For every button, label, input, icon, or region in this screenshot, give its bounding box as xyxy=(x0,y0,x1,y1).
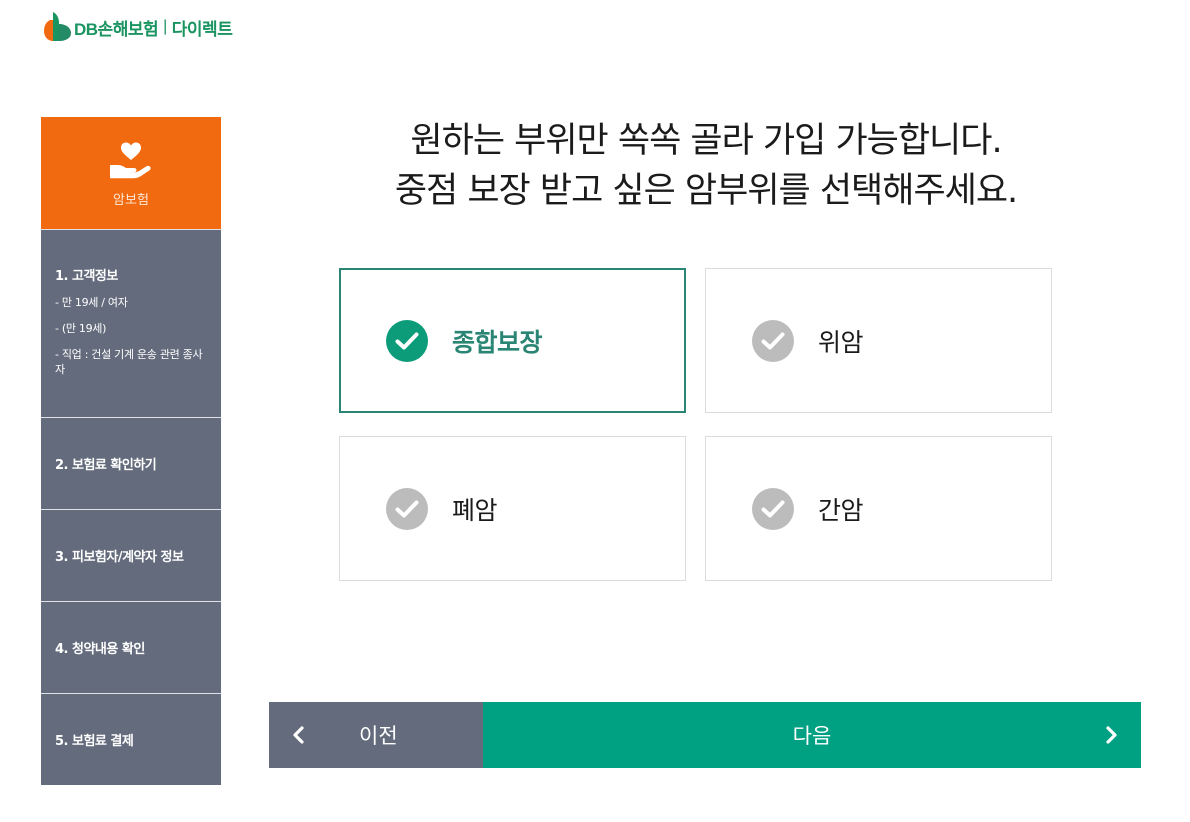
step-title: 3. 피보험자/계약자 정보 xyxy=(55,550,184,565)
step-detail: - (만 19세) xyxy=(55,322,107,335)
step-item-payment[interactable]: 5. 보험료 결제 xyxy=(41,693,221,785)
step-title: 5. 보험료 결제 xyxy=(55,734,134,749)
prev-button-label: 이전 xyxy=(359,724,398,748)
check-circle-icon xyxy=(752,319,794,362)
logo-mark-icon xyxy=(44,10,72,44)
option-card-comprehensive[interactable]: 종합보장 xyxy=(339,268,686,413)
option-label: 간암 xyxy=(818,495,864,525)
option-label: 위암 xyxy=(818,327,864,357)
step-title: 2. 보험료 확인하기 xyxy=(55,458,157,473)
step-title: 4. 청약내용 확인 xyxy=(55,642,145,657)
option-card-lung-cancer[interactable]: 폐암 xyxy=(339,436,686,581)
brand-separator: | xyxy=(163,18,167,35)
check-circle-icon xyxy=(386,319,428,362)
option-card-liver-cancer[interactable]: 간암 xyxy=(705,436,1052,581)
heart-hand-icon xyxy=(108,139,154,183)
chevron-right-icon xyxy=(1103,725,1119,745)
product-category-panel: 암보험 xyxy=(41,117,221,229)
prev-button[interactable]: 이전 xyxy=(269,702,483,768)
brand-logo[interactable]: DB손해보험 | 다이렉트 xyxy=(44,10,233,44)
next-button[interactable]: 다음 xyxy=(483,702,1141,768)
step-sidebar: 암보험 1. 고객정보 - 만 19세 / 여자 - (만 19세) - 직업 … xyxy=(41,117,221,785)
brand-channel: 다이렉트 xyxy=(171,19,233,39)
chevron-left-icon xyxy=(291,725,307,745)
option-card-stomach-cancer[interactable]: 위암 xyxy=(705,268,1052,413)
option-label: 폐암 xyxy=(452,495,498,525)
page-headline: 원하는 부위만 쏙쏙 골라 가입 가능합니다. 중점 보장 받고 싶은 암부위를… xyxy=(286,116,1126,216)
headline-line-2: 중점 보장 받고 싶은 암부위를 선택해주세요. xyxy=(394,171,1018,211)
step-detail: - 직업 : 건설 기계 운송 관련 종사자 xyxy=(55,348,203,376)
check-circle-icon xyxy=(752,487,794,530)
check-circle-icon xyxy=(386,487,428,530)
step-item-premium-check[interactable]: 2. 보험료 확인하기 xyxy=(41,417,221,509)
product-category-label: 암보험 xyxy=(113,192,149,208)
next-button-label: 다음 xyxy=(792,724,832,748)
step-item-subscription-review[interactable]: 4. 청약내용 확인 xyxy=(41,601,221,693)
step-item-insured-info[interactable]: 3. 피보험자/계약자 정보 xyxy=(41,509,221,601)
headline-line-1: 원하는 부위만 쏙쏙 골라 가입 가능합니다. xyxy=(410,121,1002,161)
step-item-customer-info[interactable]: 1. 고객정보 - 만 19세 / 여자 - (만 19세) - 직업 : 건설… xyxy=(41,229,221,417)
step-detail: - 만 19세 / 여자 xyxy=(55,296,128,309)
brand-name: DB손해보험 xyxy=(74,19,159,39)
option-label: 종합보장 xyxy=(452,327,543,357)
step-title: 1. 고객정보 xyxy=(55,269,118,284)
